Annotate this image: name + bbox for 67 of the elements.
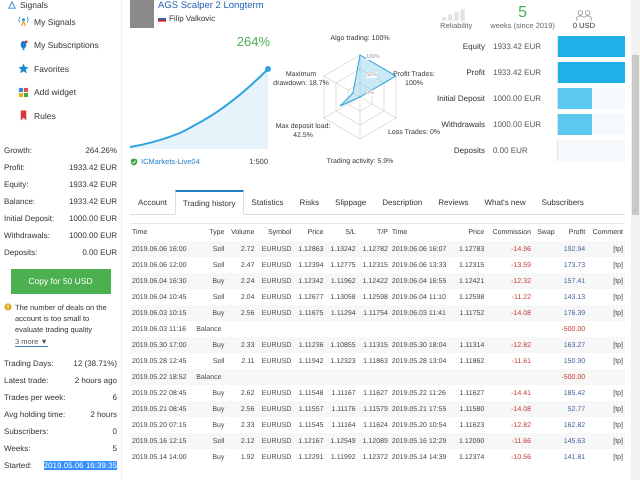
bookmark-icon: [18, 110, 29, 122]
stat-value: 1933.42 EUR: [68, 162, 117, 172]
stat-label: Growth:: [4, 146, 32, 154]
bar-label: Deposits: [452, 146, 485, 155]
author-name[interactable]: Filip Valkovic: [169, 14, 216, 23]
stat-label: Avg holding time:: [4, 410, 66, 418]
bar-label: Withdrawals: [440, 120, 485, 129]
tab[interactable]: Risks: [292, 190, 328, 215]
stat-value: 1933.42 EUR: [68, 180, 117, 188]
stat-label: Started:: [4, 460, 32, 470]
tab[interactable]: Description: [374, 190, 430, 215]
stat-label: Balance:: [4, 196, 36, 206]
bar-label: Equity: [462, 42, 485, 51]
warning-icon: [4, 302, 12, 310]
stat-label: Initial Deposit:: [4, 214, 54, 222]
stat-value: 1933.42 EUR: [68, 196, 117, 206]
stat-value: 1000.00 EUR: [68, 230, 117, 240]
sidebar-item[interactable]: Rules: [4, 104, 117, 128]
section-title: Signals: [20, 0, 48, 10]
bar-value: 1933.42 EUR: [493, 42, 542, 51]
stat-value: 0: [112, 426, 117, 436]
pin-icon: [18, 40, 29, 51]
stat-value: 2 hours ago: [74, 376, 117, 384]
stat-label: Latest trade:: [4, 376, 48, 384]
growth-value: 264%: [236, 34, 270, 49]
widget-icon: [18, 86, 29, 98]
stat-value: 5: [112, 444, 117, 452]
sidebar-item[interactable]: My Subscriptions: [4, 34, 117, 57]
stat-value: 2019.05.06 16:39:35: [44, 460, 117, 470]
tab[interactable]: Statistics: [244, 190, 292, 215]
photo-placeholder: [130, 0, 154, 28]
stat-label: Trades per week:: [4, 392, 66, 402]
sidebar-item[interactable]: My Signals: [4, 10, 117, 34]
antenna-icon: [18, 16, 29, 28]
tab[interactable]: Slippage: [327, 190, 374, 215]
bar-value: 1933.42 EUR: [493, 68, 542, 77]
stat-value: 264.26%: [85, 146, 117, 154]
flag-icon: [158, 16, 166, 22]
people-icon: [574, 10, 593, 21]
tab[interactable]: Trading history: [174, 190, 244, 215]
tab[interactable]: Account: [130, 190, 175, 215]
stat-value: 2 hours: [90, 410, 117, 418]
tab[interactable]: What's new: [476, 190, 534, 215]
sidebar-item[interactable]: Add widget: [4, 80, 117, 104]
shield-check-icon: [130, 158, 138, 166]
stat-value: 12 (38.71%): [73, 358, 117, 368]
stat-value: 0.00 EUR: [82, 248, 117, 256]
tab[interactable]: Reviews: [430, 190, 476, 215]
star-icon: [18, 63, 29, 74]
stat-label: Weeks:: [4, 444, 31, 452]
stat-value: 6: [112, 392, 117, 402]
sidebar-item[interactable]: Favorites: [4, 57, 117, 80]
signal-title[interactable]: AGS Scalper 2 Longterm: [158, 0, 264, 11]
tab[interactable]: Subscribers: [534, 190, 592, 215]
bar-value: 1000.00 EUR: [493, 120, 542, 129]
weeks-count: 5: [518, 5, 528, 21]
stat-label: Subscribers:: [4, 426, 48, 436]
bar-value: 0.00 EUR: [493, 146, 529, 155]
bar-value: 1000.00 EUR: [493, 94, 542, 103]
stat-value: 1000.00 EUR: [68, 214, 117, 222]
stat-label: Trading Days:: [4, 358, 54, 368]
stat-label: Withdrawals:: [4, 230, 50, 240]
bar-label: Initial Deposit: [436, 94, 485, 103]
stat-label: Deposits:: [4, 248, 38, 256]
stat-label: Profit:: [4, 162, 25, 172]
scrollbar-thumb[interactable]: [632, 55, 639, 215]
stat-label: Equity:: [4, 180, 28, 188]
